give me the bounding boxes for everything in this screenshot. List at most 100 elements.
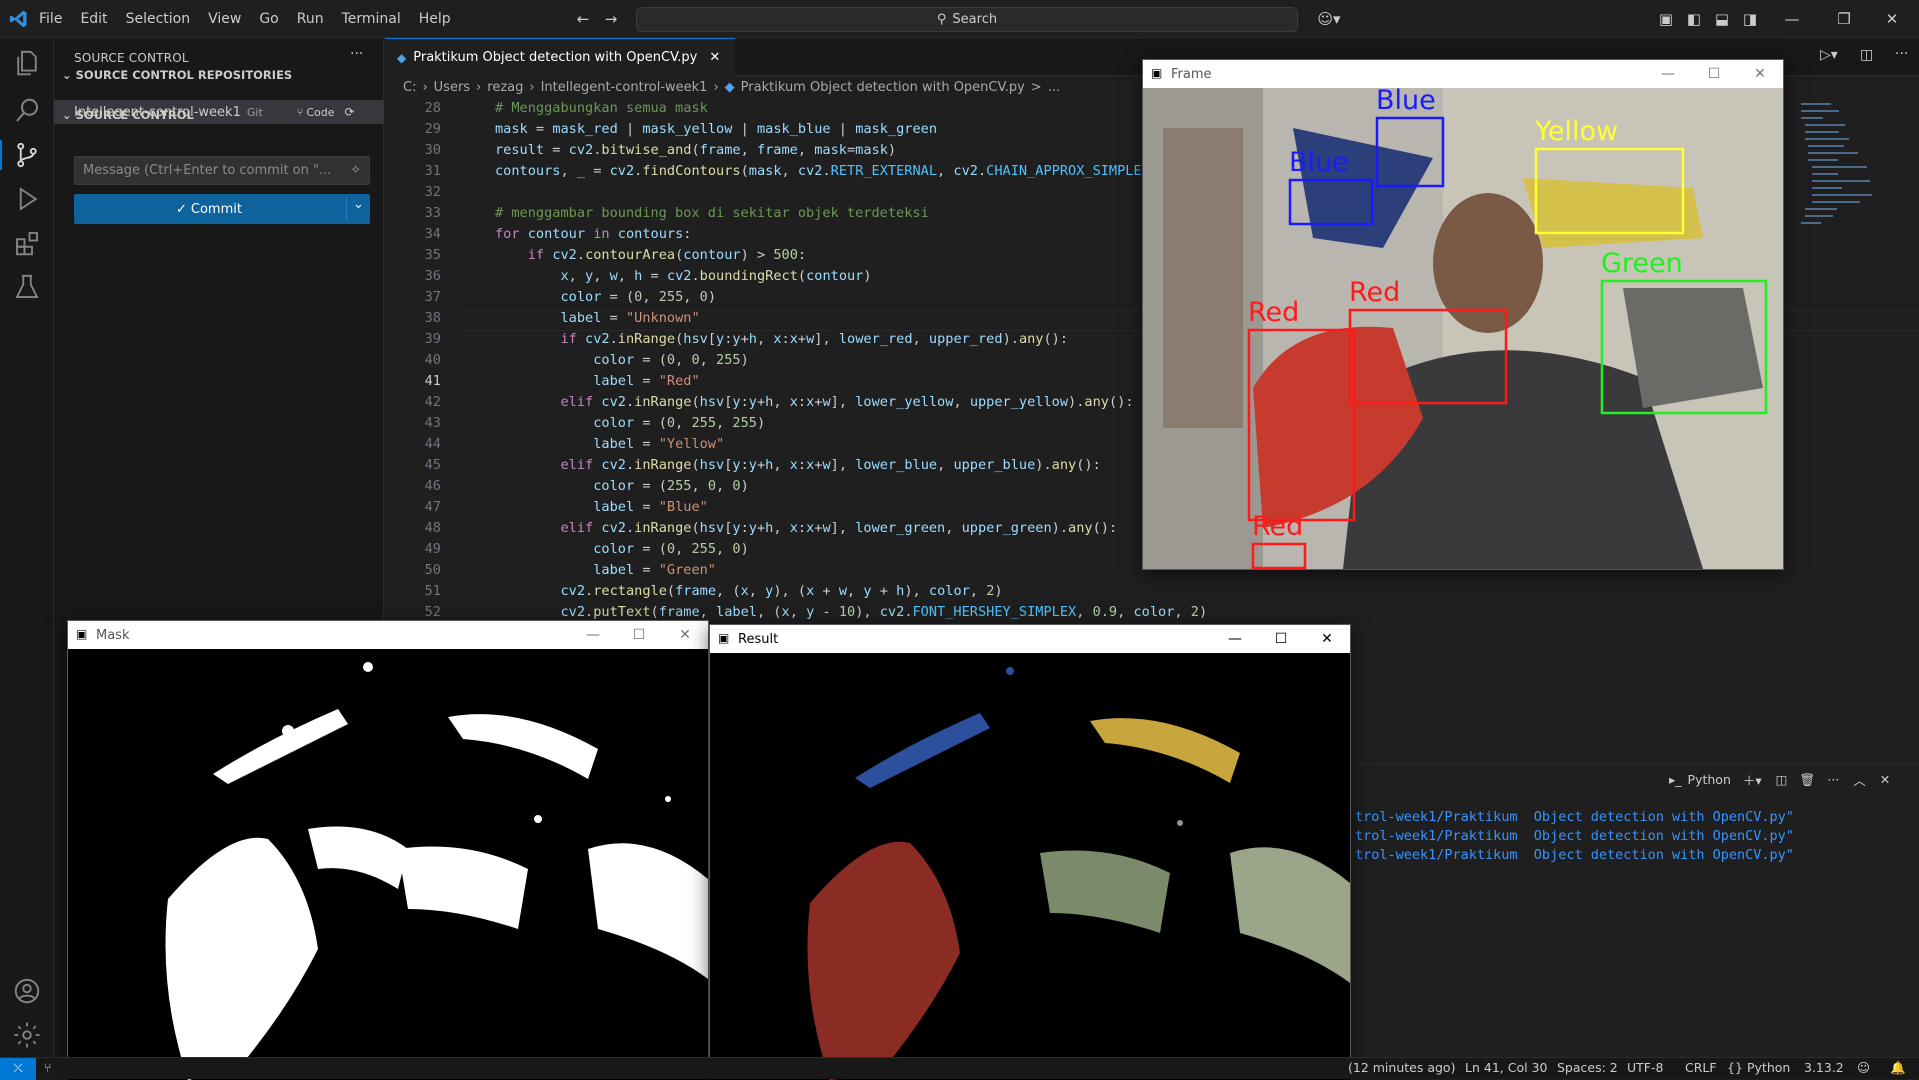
menu-terminal[interactable]: Terminal [333, 11, 410, 27]
minimize-icon[interactable]: — [1645, 60, 1691, 88]
frame-window-titlebar[interactable]: ▣ Frame — ☐ ✕ [1143, 60, 1783, 88]
status-eol[interactable]: CRLF [1685, 1060, 1717, 1075]
mask-window-titlebar[interactable]: ▣ Mask — ☐ ✕ [68, 621, 708, 649]
maximize-panel-icon[interactable]: ︿ [1853, 770, 1866, 789]
notifications-bell-icon[interactable]: 🔔 [1890, 1060, 1906, 1076]
minimap[interactable] [1796, 98, 1896, 278]
breadcrumb-item[interactable]: Users [434, 80, 470, 95]
maximize-icon[interactable]: ☐ [1691, 60, 1737, 88]
remote-indicator-icon[interactable]: ⤬ [0, 1058, 36, 1080]
maximize-icon[interactable]: ☐ [1258, 625, 1304, 653]
vscode-logo-icon[interactable] [8, 9, 30, 29]
layout-customize-icon[interactable]: ▣ [1657, 10, 1675, 28]
tab-praktikum[interactable]: ◆ Praktikum Object detection with OpenCV… [385, 38, 735, 76]
line-number: 44 [424, 436, 441, 452]
repositories-section-header[interactable]: ⌄ SOURCE CONTROL REPOSITORIES [62, 68, 292, 82]
testing-icon[interactable] [12, 272, 42, 302]
branch-icon[interactable]: ⑂ [44, 1060, 52, 1075]
frame-label-red: Red [1349, 277, 1400, 308]
python-file-icon: ◆ [397, 50, 407, 65]
close-tab-icon[interactable]: ✕ [709, 50, 720, 65]
run-debug-icon[interactable] [12, 184, 42, 214]
code-line: elif cv2.inRange(hsv[y:y+h, x:x+w], lowe… [560, 457, 1101, 473]
menu-help[interactable]: Help [410, 11, 460, 27]
menu-view[interactable]: View [199, 11, 250, 27]
toggle-sidebar-icon[interactable]: ◧ [1685, 10, 1703, 28]
status-language[interactable]: Python [1747, 1060, 1790, 1075]
status-bar: ⤬ ⑂ (12 minutes ago) Ln 41, Col 30 Space… [0, 1057, 1919, 1080]
toggle-secondary-sidebar-icon[interactable]: ◨ [1741, 10, 1759, 28]
repository-branch[interactable]: Code [306, 106, 334, 119]
terminal-shell-label[interactable]: Python [1688, 772, 1731, 787]
minimize-icon[interactable]: — [1212, 625, 1258, 653]
settings-gear-icon[interactable] [12, 1020, 42, 1050]
close-icon[interactable]: ✕ [1304, 625, 1350, 653]
frame-window[interactable]: ▣ Frame — ☐ ✕ Blue Blue Yellow Green Red… [1142, 59, 1784, 570]
sparkle-icon[interactable]: ✧ [350, 163, 361, 178]
close-panel-icon[interactable]: ✕ [1880, 772, 1890, 787]
panel-more-icon[interactable]: ··· [1827, 772, 1839, 787]
close-icon[interactable]: ✕ [662, 621, 708, 649]
status-encoding[interactable]: UTF-8 [1627, 1060, 1663, 1075]
result-window[interactable]: ▣ Result — ☐ ✕ [709, 624, 1351, 1080]
account-icon[interactable] [12, 976, 42, 1006]
code-line: color = (0, 255, 0) [560, 289, 717, 305]
search-icon: ⚲ [936, 12, 947, 27]
code-line: contours, _ = cv2.findContours(mask, cv2… [495, 163, 1150, 179]
menu-selection[interactable]: Selection [117, 11, 200, 27]
editor-more-icon[interactable]: ··· [1895, 46, 1908, 62]
forward-arrow-icon[interactable]: → [602, 10, 620, 28]
mask-window[interactable]: ▣ Mask — ☐ ✕ [67, 620, 709, 1080]
menu-go[interactable]: Go [250, 11, 287, 27]
command-center-search[interactable]: ⚲ Search [636, 7, 1298, 32]
status-last-modified[interactable]: (12 minutes ago) [1348, 1060, 1455, 1075]
breadcrumb-item[interactable]: Intellegent-control-week1 [541, 80, 708, 95]
breadcrumb-item[interactable]: Praktikum Object detection with OpenCV.p… [741, 80, 1025, 95]
back-arrow-icon[interactable]: ← [574, 10, 592, 28]
explorer-icon[interactable] [12, 48, 42, 78]
extensions-icon[interactable] [12, 228, 42, 258]
commit-message-input[interactable]: Message (Ctrl+Enter to commit on "... ✧ [74, 156, 370, 185]
copilot-icon[interactable]: ☺▾ [1314, 10, 1344, 28]
breadcrumb-item[interactable]: rezag [487, 80, 523, 95]
result-window-titlebar[interactable]: ▣ Result — ☐ ✕ [710, 625, 1350, 653]
status-indentation[interactable]: Spaces: 2 [1557, 1060, 1618, 1075]
minimize-icon[interactable]: — [570, 621, 616, 649]
menu-run[interactable]: Run [288, 11, 333, 27]
line-number: 37 [424, 289, 441, 305]
line-number: 33 [424, 205, 441, 221]
breadcrumb-item[interactable]: C: [403, 80, 416, 95]
breadcrumb-item[interactable]: ... [1048, 80, 1060, 95]
sync-icon[interactable]: ⟳ [345, 105, 355, 119]
status-python-version[interactable]: 3.13.2 [1804, 1060, 1844, 1075]
source-control-icon[interactable] [12, 140, 42, 170]
split-terminal-icon[interactable]: ◫ [1776, 772, 1788, 787]
line-number: 31 [424, 163, 441, 179]
copilot-status-icon[interactable]: ☺ [1857, 1060, 1870, 1075]
minimize-window-icon[interactable]: — [1783, 10, 1801, 28]
source-control-section-header[interactable]: ⌄ SOURCE CONTROL [62, 108, 194, 122]
status-cursor-position[interactable]: Ln 41, Col 30 [1465, 1060, 1547, 1075]
window-app-icon: ▣ [1151, 66, 1163, 80]
line-number: 45 [424, 457, 441, 473]
menu-edit[interactable]: Edit [71, 11, 116, 27]
line-number: 32 [424, 184, 441, 200]
add-terminal-icon[interactable]: ＋▾ [1743, 770, 1762, 789]
toggle-panel-icon[interactable]: ⬓ [1713, 10, 1731, 28]
close-window-icon[interactable]: ✕ [1883, 10, 1901, 28]
commit-label: Commit [190, 201, 242, 217]
more-actions-icon[interactable]: ··· [350, 46, 363, 62]
close-icon[interactable]: ✕ [1737, 60, 1783, 88]
maximize-icon[interactable]: ☐ [616, 621, 662, 649]
frame-window-controls: — ☐ ✕ [1645, 60, 1783, 88]
run-file-icon[interactable]: ▷▾ [1820, 47, 1838, 63]
search-view-icon[interactable] [12, 96, 42, 126]
commit-dropdown-icon[interactable]: ⌄ [346, 197, 370, 221]
result-window-title: Result [738, 631, 779, 647]
menu-file[interactable]: File [30, 11, 71, 27]
split-editor-icon[interactable]: ◫ [1860, 47, 1873, 63]
terminal-toolbar: ▸_ Python ＋▾ ◫ 🗑 ··· ︿ ✕ [1669, 770, 1890, 789]
kill-terminal-icon[interactable]: 🗑 [1799, 772, 1815, 788]
restore-window-icon[interactable]: ❐ [1835, 10, 1853, 28]
commit-button[interactable]: ✓ Commit ⌄ [74, 194, 370, 224]
